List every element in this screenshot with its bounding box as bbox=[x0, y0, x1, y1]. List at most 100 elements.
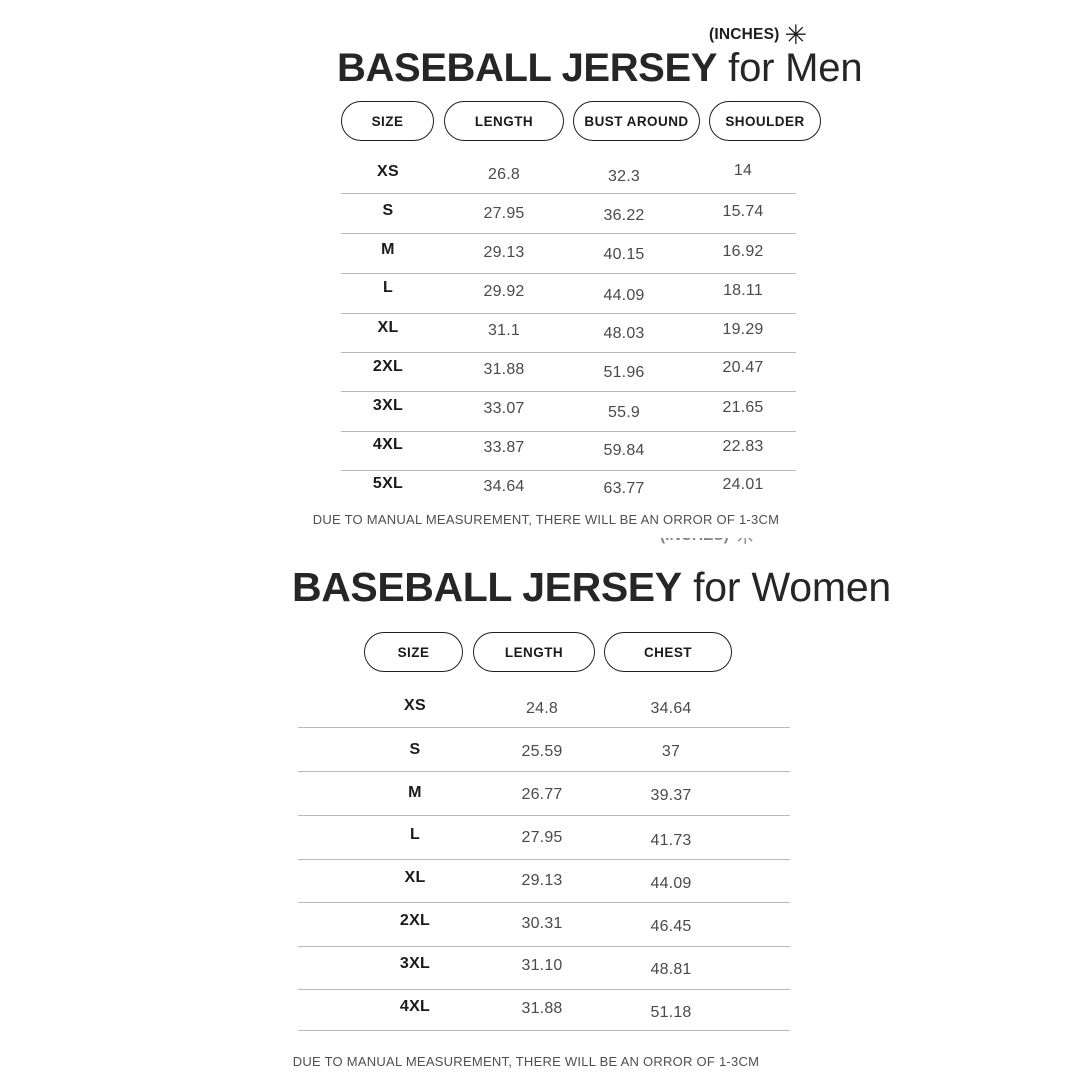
row-divider bbox=[298, 771, 790, 772]
table-row: L 27.95 41.73 bbox=[298, 826, 790, 869]
table-row: 3XL 31.10 48.81 bbox=[298, 955, 790, 998]
womens-cell-chest: 37 bbox=[661, 743, 681, 760]
womens-unit-label-clipped: (INCHES) ✳ bbox=[660, 538, 860, 552]
mens-title-strong: BASEBALL JERSEY bbox=[337, 46, 718, 90]
mens-header-pill-shoulder[interactable]: SHOULDER bbox=[709, 101, 821, 141]
womens-cell-chest: 39.37 bbox=[650, 787, 692, 804]
row-divider bbox=[298, 859, 790, 860]
mens-cell-size: M bbox=[381, 241, 395, 258]
row-divider bbox=[341, 273, 796, 274]
mens-cell-bust: 36.22 bbox=[603, 207, 645, 224]
mens-cell-size: XL bbox=[377, 319, 399, 336]
row-divider bbox=[298, 946, 790, 947]
mens-cell-bust: 48.03 bbox=[603, 325, 645, 342]
mens-cell-bust: 44.09 bbox=[603, 287, 645, 304]
mens-page-title: BASEBALL JERSEY for Men bbox=[337, 46, 863, 90]
womens-column-header-row: SIZE LENGTH CHEST bbox=[364, 632, 732, 672]
table-row: S 27.95 36.22 15.74 bbox=[341, 199, 796, 238]
table-row: 2XL 31.88 51.96 20.47 bbox=[341, 355, 796, 394]
womens-cell-length: 26.77 bbox=[521, 786, 563, 803]
mens-cell-shoulder: 18.11 bbox=[723, 282, 763, 299]
womens-unit-text: (INCHES) bbox=[660, 538, 729, 545]
mens-cell-size: 5XL bbox=[372, 475, 404, 492]
mens-header-pill-length[interactable]: LENGTH bbox=[444, 101, 564, 141]
womens-cell-chest: 41.73 bbox=[650, 832, 692, 849]
mens-cell-bust: 32.3 bbox=[608, 168, 640, 185]
mens-header-pill-size[interactable]: SIZE bbox=[341, 101, 434, 141]
womens-cell-length: 24.8 bbox=[526, 700, 558, 717]
mens-cell-bust: 63.77 bbox=[603, 480, 645, 497]
womens-cell-length: 27.95 bbox=[521, 829, 563, 846]
womens-cell-chest: 48.81 bbox=[650, 961, 692, 978]
mens-unit-label: (INCHES) ✳ bbox=[709, 20, 808, 50]
womens-cell-length: 31.10 bbox=[521, 957, 563, 974]
womens-cell-chest: 44.09 bbox=[650, 875, 692, 892]
mens-cell-shoulder: 20.47 bbox=[722, 359, 764, 376]
mens-cell-length: 33.87 bbox=[483, 439, 525, 456]
womens-cell-length: 29.13 bbox=[521, 872, 563, 889]
womens-header-pill-size[interactable]: SIZE bbox=[364, 632, 463, 672]
table-row: XL 29.13 44.09 bbox=[298, 869, 790, 912]
mens-column-header-row: SIZE LENGTH BUST AROUND SHOULDER bbox=[341, 101, 821, 141]
womens-header-pill-chest[interactable]: CHEST bbox=[604, 632, 732, 672]
table-row: M 29.13 40.15 16.92 bbox=[341, 238, 796, 277]
womens-cell-length: 30.31 bbox=[521, 915, 563, 932]
womens-cell-size: XS bbox=[404, 697, 426, 714]
mens-cell-length: 31.1 bbox=[488, 322, 520, 339]
table-row: S 25.59 37 bbox=[298, 740, 790, 783]
mens-cell-bust: 51.96 bbox=[603, 364, 645, 381]
mens-cell-shoulder: 21.65 bbox=[722, 399, 764, 416]
mens-cell-length: 34.64 bbox=[483, 478, 525, 495]
womens-cell-size: M bbox=[408, 784, 422, 801]
asterisk-icon: ✳ bbox=[734, 538, 757, 549]
womens-header-pill-length[interactable]: LENGTH bbox=[473, 632, 595, 672]
row-divider bbox=[341, 431, 796, 432]
mens-disclaimer: DUE TO MANUAL MEASUREMENT, THERE WILL BE… bbox=[312, 512, 780, 527]
mens-cell-shoulder: 24.01 bbox=[722, 476, 764, 493]
womens-title-light: for Women bbox=[693, 564, 892, 610]
mens-cell-bust: 59.84 bbox=[603, 442, 645, 459]
row-divider bbox=[298, 902, 790, 903]
table-row: 3XL 33.07 55.9 21.65 bbox=[341, 394, 796, 433]
womens-cell-chest: 46.45 bbox=[650, 918, 692, 935]
mens-cell-shoulder: 19.29 bbox=[722, 321, 764, 338]
womens-cell-size: XL bbox=[404, 869, 426, 886]
womens-cell-size: S bbox=[409, 741, 421, 758]
womens-cell-length: 25.59 bbox=[521, 743, 563, 760]
table-row: XS 26.8 32.3 14 bbox=[341, 160, 796, 199]
mens-cell-shoulder: 22.83 bbox=[722, 438, 764, 455]
table-row: 5XL 34.64 63.77 24.01 bbox=[341, 472, 796, 511]
mens-cell-length: 29.92 bbox=[483, 283, 525, 300]
row-divider bbox=[298, 1030, 790, 1031]
womens-page-title: BASEBALL JERSEY for Women bbox=[292, 567, 891, 608]
mens-cell-length: 27.95 bbox=[483, 205, 525, 222]
mens-cell-size: 2XL bbox=[372, 358, 404, 375]
womens-cell-size: 2XL bbox=[399, 912, 431, 929]
mens-header-pill-bust[interactable]: BUST AROUND bbox=[573, 101, 700, 141]
asterisk-icon: ✳ bbox=[784, 20, 808, 50]
womens-title-strong: BASEBALL JERSEY bbox=[292, 564, 682, 610]
mens-cell-shoulder: 15.74 bbox=[722, 203, 764, 220]
mens-cell-length: 26.8 bbox=[488, 166, 520, 183]
womens-cell-size: L bbox=[409, 826, 421, 843]
table-row: 4XL 31.88 51.18 bbox=[298, 998, 790, 1041]
mens-cell-size: 3XL bbox=[372, 397, 404, 414]
womens-cell-chest: 34.64 bbox=[650, 700, 692, 717]
mens-title-light: for Men bbox=[728, 46, 863, 90]
mens-size-table: XS 26.8 32.3 14 S 27.95 36.22 15.74 M 29… bbox=[341, 160, 796, 511]
mens-cell-length: 31.88 bbox=[483, 361, 525, 378]
mens-cell-length: 29.13 bbox=[483, 244, 525, 261]
mens-cell-size: L bbox=[382, 279, 394, 296]
womens-disclaimer: DUE TO MANUAL MEASUREMENT, THERE WILL BE… bbox=[292, 1054, 760, 1069]
table-row: 2XL 30.31 46.45 bbox=[298, 912, 790, 955]
mens-cell-bust: 55.9 bbox=[608, 404, 640, 421]
row-divider bbox=[341, 193, 796, 194]
mens-cell-bust: 40.15 bbox=[603, 246, 645, 263]
table-row: L 29.92 44.09 18.11 bbox=[341, 277, 796, 316]
table-row: M 26.77 39.37 bbox=[298, 783, 790, 826]
mens-cell-length: 33.07 bbox=[483, 400, 525, 417]
mens-cell-shoulder: 14 bbox=[733, 162, 753, 179]
table-row: XS 24.8 34.64 bbox=[298, 697, 790, 740]
mens-unit-text: (INCHES) bbox=[709, 25, 780, 43]
row-divider bbox=[341, 233, 796, 234]
